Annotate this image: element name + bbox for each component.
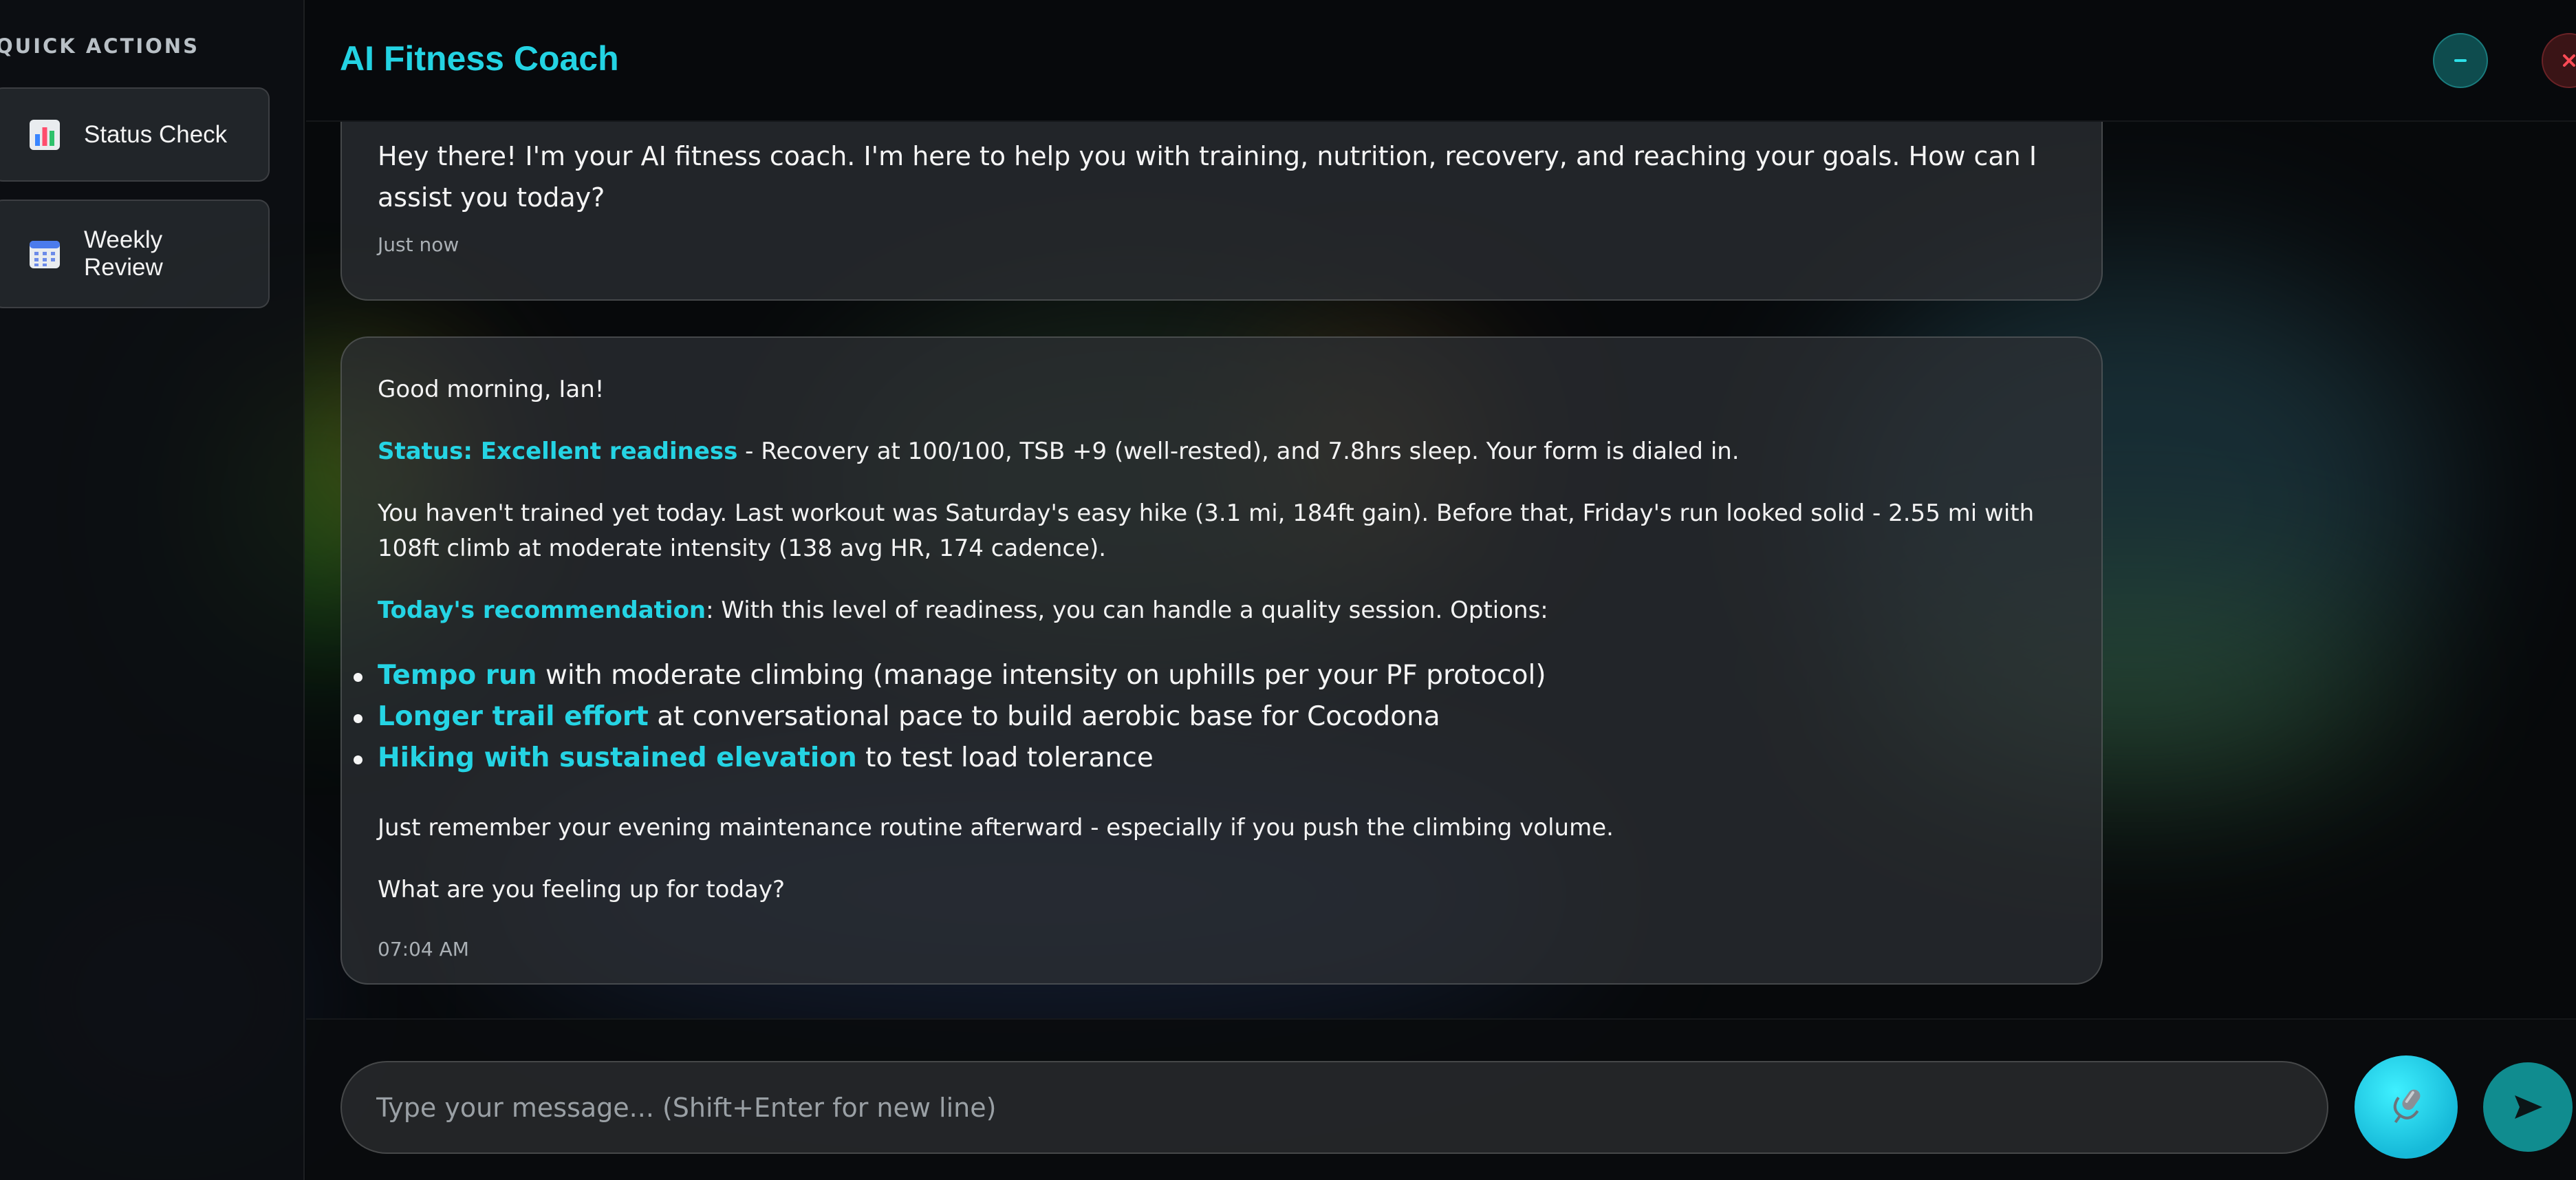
weekly-review-label: Weekly Review — [84, 226, 163, 281]
quick-actions-title: QUICK ACTIONS — [0, 34, 199, 58]
status-check-label: Status Check — [84, 120, 228, 148]
list-item: Longer trail effort at conversational pa… — [354, 696, 2066, 738]
message-composer — [306, 1018, 2576, 1180]
coach-status-message: Good morning, Ian! Status: Excellent rea… — [340, 336, 2103, 985]
status-paragraph: Status: Excellent readiness - Recovery a… — [378, 434, 2066, 469]
bar-chart-icon — [30, 119, 60, 150]
send-icon — [2515, 1095, 2542, 1119]
option-text: to test load tolerance — [856, 742, 1154, 773]
option-text: with moderate climbing (manage intensity… — [537, 660, 1546, 691]
list-item: Tempo run with moderate climbing (manage… — [354, 655, 2066, 696]
list-item: Hiking with sustained elevation to test … — [354, 738, 2066, 779]
option-label: Hiking with sustained elevation — [378, 742, 857, 773]
microphone-icon — [2393, 1089, 2421, 1124]
recommendation-label: Today's recommendation — [378, 597, 706, 624]
option-label: Longer trail effort — [378, 701, 649, 732]
message-text: Hey there! I'm your AI fitness coach. I'… — [378, 141, 2037, 213]
app-header: AI Fitness Coach — [306, 0, 2576, 122]
reminder-paragraph: Just remember your evening maintenance r… — [378, 814, 1614, 841]
close-icon — [2563, 54, 2575, 67]
history-paragraph: You haven't trained yet today. Last work… — [378, 500, 2035, 562]
minimize-button[interactable] — [2433, 33, 2488, 88]
send-button[interactable] — [2483, 1062, 2573, 1152]
close-button[interactable] — [2542, 33, 2576, 88]
recommendation-paragraph: Today's recommendation: With this level … — [378, 593, 2066, 628]
status-label: Status: Excellent readiness — [378, 438, 738, 465]
minimize-icon — [2454, 59, 2467, 62]
recommendation-text: : With this level of readiness, you can … — [706, 597, 1548, 624]
message-input[interactable] — [340, 1061, 2328, 1154]
quick-actions-sidebar: QUICK ACTIONS Status Check Weekly Review — [0, 0, 305, 1180]
message-timestamp: 07:04 AM — [378, 938, 469, 961]
weekly-review-button[interactable]: Weekly Review — [0, 200, 270, 308]
option-text: at conversational pace to build aerobic … — [648, 701, 1440, 732]
coach-welcome-message: Hey there! I'm your AI fitness coach. I'… — [340, 122, 2103, 301]
options-list: Tempo run with moderate climbing (manage… — [354, 655, 2066, 779]
voice-input-button[interactable] — [2355, 1055, 2458, 1159]
app-title: AI Fitness Coach — [340, 39, 619, 78]
message-timestamp: Just now — [378, 233, 459, 256]
question-paragraph: What are you feeling up for today? — [378, 876, 786, 903]
status-check-button[interactable]: Status Check — [0, 87, 270, 182]
calendar-icon — [30, 241, 60, 268]
greeting-text: Good morning, Ian! — [378, 376, 605, 403]
option-label: Tempo run — [378, 660, 537, 691]
chat-area: Hey there! I'm your AI fitness coach. I'… — [306, 122, 2576, 1018]
status-text: - Recovery at 100/100, TSB +9 (well-rest… — [737, 438, 1740, 465]
